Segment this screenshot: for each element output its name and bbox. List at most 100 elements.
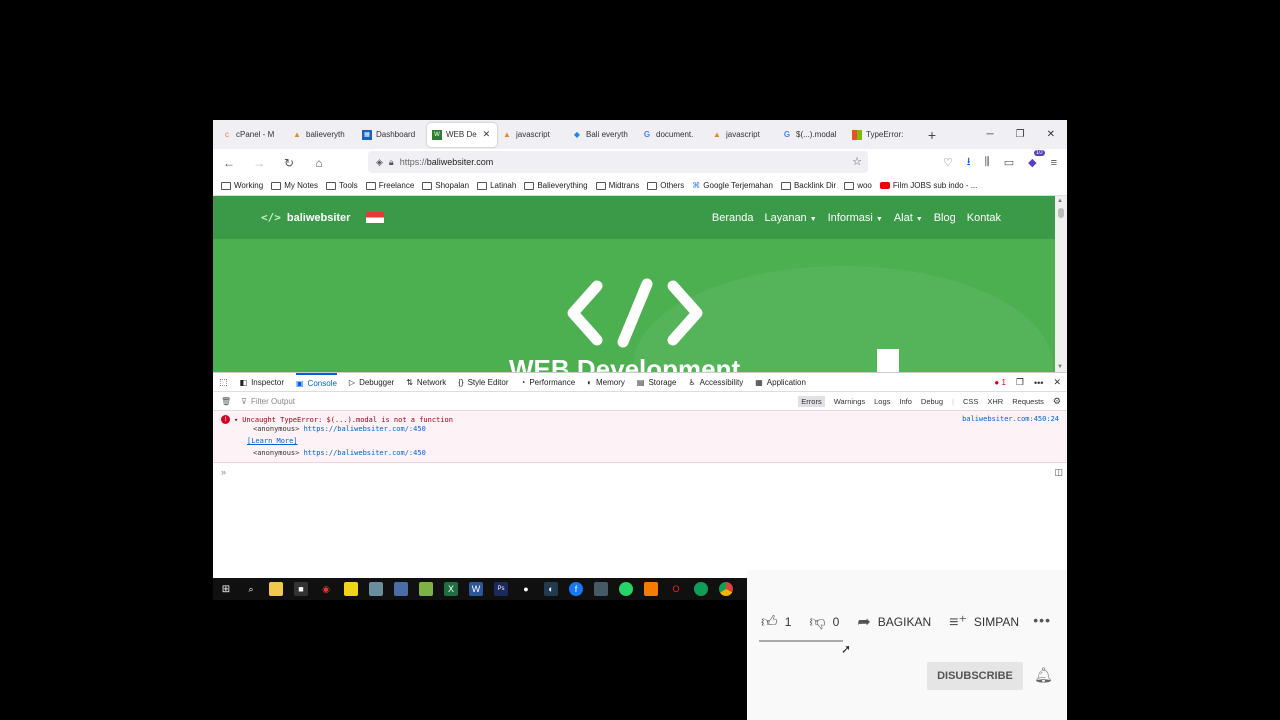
download-icon[interactable]: ⭳: [967, 153, 971, 172]
tab-typeerror[interactable]: TypeError:: [847, 123, 917, 147]
photoshop-icon[interactable]: Ps: [494, 582, 508, 596]
dislike-button[interactable]: 👎︎ 0: [809, 613, 839, 632]
filter-css[interactable]: CSS: [963, 397, 978, 406]
app-icon[interactable]: ■: [294, 582, 308, 596]
tab-performance[interactable]: ◔ Performance: [521, 373, 576, 392]
sidebar-icon[interactable]: ▭: [1004, 156, 1014, 169]
indonesia-flag-icon[interactable]: [366, 212, 385, 223]
tab-web-development[interactable]: W WEB De ✕: [427, 122, 497, 147]
file-explorer-icon[interactable]: [269, 582, 283, 596]
sticky-notes-icon[interactable]: [344, 582, 358, 596]
scroll-thumb[interactable]: [1058, 208, 1064, 218]
word-icon[interactable]: W: [469, 582, 483, 596]
chrome-icon[interactable]: [719, 582, 733, 596]
app-icon[interactable]: [594, 582, 608, 596]
pocket-icon[interactable]: ♡: [943, 156, 953, 169]
tab-console[interactable]: ▣ Console: [295, 372, 337, 392]
stack-frame-link[interactable]: https://baliwebsiter.com/:450: [304, 449, 426, 457]
trash-icon[interactable]: 🗑︎: [221, 397, 231, 406]
stack-frame-link[interactable]: https://baliwebsiter.com/:450: [304, 425, 426, 433]
whatsapp-icon[interactable]: [619, 582, 633, 596]
forward-icon[interactable]: →: [251, 156, 267, 170]
menu-alat[interactable]: Alat ▼: [894, 212, 923, 224]
menu-kontak[interactable]: Kontak: [967, 212, 1001, 224]
notepad-icon[interactable]: [419, 582, 433, 596]
tab-bali-everything[interactable]: ◆ Bali everyth: [567, 123, 637, 147]
filter-debug[interactable]: Debug: [921, 397, 943, 406]
filter-info[interactable]: Info: [899, 397, 912, 406]
error-source-link[interactable]: baliwebsiter.com:450:24: [962, 415, 1059, 423]
bookmark-midtrans[interactable]: Midtrans: [595, 181, 639, 190]
bookmark-shopalan[interactable]: Shopalan: [422, 181, 469, 190]
menu-layanan[interactable]: Layanan ▼: [764, 212, 816, 224]
menu-beranda[interactable]: Beranda: [712, 212, 754, 224]
bookmark-woo[interactable]: woo: [844, 181, 872, 190]
page-scrollbar[interactable]: ▲ ▼: [1055, 196, 1067, 372]
filter-warnings[interactable]: Warnings: [834, 397, 865, 406]
devtools-menu-icon[interactable]: •••: [1034, 378, 1043, 388]
share-button[interactable]: ➦ BAGIKAN: [857, 612, 931, 632]
scroll-down-icon[interactable]: ▼: [1057, 364, 1063, 370]
tab-memory[interactable]: ◐ Memory: [587, 373, 625, 392]
bookmark-google-terjemahan[interactable]: ⌘ Google Terjemahan: [692, 181, 773, 190]
excel-icon[interactable]: X: [444, 582, 458, 596]
close-devtools-icon[interactable]: ✕: [1053, 377, 1061, 388]
filter-xhr[interactable]: XHR: [987, 397, 1003, 406]
edge-icon[interactable]: [694, 582, 708, 596]
editor-mode-icon[interactable]: ◫: [1054, 467, 1063, 478]
bookmark-freelance[interactable]: Freelance: [365, 181, 414, 190]
error-counter[interactable]: ● 1: [994, 378, 1006, 387]
menu-blog[interactable]: Blog: [934, 212, 956, 224]
more-actions-icon[interactable]: •••: [1033, 612, 1051, 628]
close-icon[interactable]: ✕: [483, 129, 491, 140]
record-icon[interactable]: ◉: [319, 582, 333, 596]
subscribe-button[interactable]: DISUBSCRIBE: [927, 662, 1023, 690]
restore-icon[interactable]: ❐: [1016, 129, 1025, 140]
app-icon[interactable]: [644, 582, 658, 596]
tab-debugger[interactable]: ▷ Debugger: [349, 373, 394, 392]
new-tab-button[interactable]: +: [925, 127, 939, 143]
facebook-icon[interactable]: f: [569, 582, 583, 596]
scroll-up-icon[interactable]: ▲: [1057, 198, 1063, 204]
filter-requests[interactable]: Requests: [1012, 397, 1044, 406]
app-icon[interactable]: [394, 582, 408, 596]
close-window-icon[interactable]: ✕: [1047, 129, 1055, 140]
tab-accessibility[interactable]: ♿︎ Accessibility: [688, 373, 743, 392]
tab-cpanel[interactable]: c cPanel - M: [217, 123, 287, 147]
expand-arrow-icon[interactable]: ▾: [234, 416, 238, 424]
menu-icon[interactable]: ≡: [1051, 157, 1057, 169]
home-icon[interactable]: ⌂: [311, 156, 327, 170]
tab-storage[interactable]: ▤ Storage: [637, 373, 677, 392]
bookmark-star-icon[interactable]: ☆: [852, 155, 862, 168]
tab-document[interactable]: Gdocument.: [637, 123, 707, 147]
bookmark-others[interactable]: Others: [647, 181, 684, 190]
site-logo[interactable]: </> baliwebsiter: [261, 211, 385, 224]
back-icon[interactable]: ←: [221, 156, 237, 170]
reload-icon[interactable]: ↻: [281, 156, 297, 170]
opera-icon[interactable]: O: [669, 582, 683, 596]
filter-errors[interactable]: Errors: [798, 396, 825, 407]
bookmark-tools[interactable]: Tools: [326, 181, 358, 190]
filter-output-input[interactable]: Filter Output: [251, 397, 295, 406]
bookmark-film[interactable]: Film JOBS sub indo - ...: [879, 181, 977, 190]
menu-informasi[interactable]: Informasi ▼: [828, 212, 883, 224]
tab-dashboard[interactable]: ▦ Dashboard: [357, 123, 427, 147]
app-icon[interactable]: [369, 582, 383, 596]
like-button[interactable]: 👍︎ 1: [761, 613, 791, 632]
save-button[interactable]: ≡⁺ SIMPAN: [949, 612, 1019, 632]
pick-element-icon[interactable]: ⬚: [219, 377, 228, 388]
bookmark-working[interactable]: Working: [221, 181, 263, 190]
dock-icon[interactable]: ❐: [1016, 377, 1024, 388]
tab-inspector[interactable]: ◧ Inspector: [240, 373, 284, 392]
windows-start-icon[interactable]: ⊞: [219, 582, 233, 596]
app-icon[interactable]: ●: [519, 582, 533, 596]
settings-gear-icon[interactable]: ⚙: [1053, 396, 1061, 407]
bookmark-latinah[interactable]: Latinah: [477, 181, 516, 190]
filter-logs[interactable]: Logs: [874, 397, 890, 406]
tab-network[interactable]: ⇅ Network: [406, 373, 446, 392]
learn-more-link[interactable]: [Learn More]: [247, 437, 298, 445]
tab-javascript-1[interactable]: ▲ javascript: [497, 123, 567, 147]
bell-icon[interactable]: 🔔︎: [1034, 666, 1053, 684]
bookmark-my-notes[interactable]: My Notes: [271, 181, 318, 190]
extension-icon[interactable]: ◆ 10: [1028, 150, 1045, 169]
